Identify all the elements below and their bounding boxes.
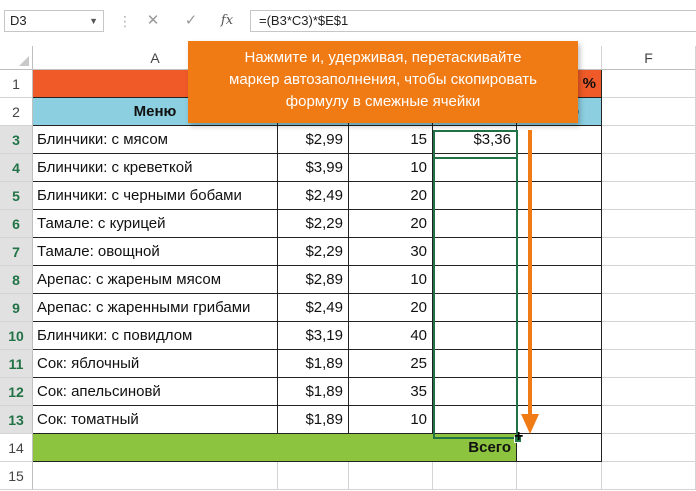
row-header-7[interactable]: 7 xyxy=(0,238,33,266)
empty-cell[interactable] xyxy=(602,70,696,98)
item-total-cell[interactable] xyxy=(433,322,517,350)
row-header-3[interactable]: 3 xyxy=(0,126,33,154)
item-total-cell[interactable] xyxy=(433,406,517,434)
empty-cell[interactable] xyxy=(433,462,517,490)
item-total-cell[interactable] xyxy=(433,266,517,294)
item-name-cell[interactable]: Блинчики: с повидлом xyxy=(33,322,278,350)
row-header-6[interactable]: 6 xyxy=(0,210,33,238)
name-box-value: D3 xyxy=(10,13,27,28)
item-price-cell[interactable]: $2,99 xyxy=(278,126,349,154)
row-header-8[interactable]: 8 xyxy=(0,266,33,294)
empty-cell[interactable] xyxy=(602,126,696,154)
item-total-cell[interactable]: $3,36 xyxy=(433,126,517,154)
callout-line-3: формулу в смежные ячейки xyxy=(285,93,481,110)
item-qty-cell[interactable]: 10 xyxy=(349,406,433,434)
item-name-cell[interactable]: Тамале: овощной xyxy=(33,238,278,266)
formula-input[interactable]: =(B3*C3)*$E$1 xyxy=(250,10,696,32)
item-name-cell[interactable]: Блинчики: с креветкой xyxy=(33,154,278,182)
item-qty-cell[interactable]: 20 xyxy=(349,182,433,210)
item-qty-cell[interactable]: 25 xyxy=(349,350,433,378)
footer-total-label[interactable]: Всего xyxy=(33,434,517,462)
name-box[interactable]: D3 ▼ xyxy=(4,10,104,32)
column-header-f[interactable]: F xyxy=(602,46,696,70)
formula-bar: D3 ▼ ⋮ ✕ ✓ fx =(B3*C3)*$E$1 xyxy=(0,0,696,46)
item-price-cell[interactable]: $3,19 xyxy=(278,322,349,350)
item-price-cell[interactable]: $2,49 xyxy=(278,294,349,322)
row-header-9[interactable]: 9 xyxy=(0,294,33,322)
item-qty-cell[interactable]: 15 xyxy=(349,126,433,154)
row-header-2[interactable]: 2 xyxy=(0,98,33,126)
item-name-cell[interactable]: Арепас: с жареным мясом xyxy=(33,266,278,294)
empty-cell[interactable] xyxy=(517,462,602,490)
item-total-cell[interactable] xyxy=(433,378,517,406)
chevron-down-icon[interactable]: ▼ xyxy=(89,11,98,31)
formula-bar-grip-icon: ⋮ xyxy=(118,13,132,29)
item-price-cell[interactable]: $2,89 xyxy=(278,266,349,294)
item-qty-cell[interactable]: 10 xyxy=(349,154,433,182)
empty-cell[interactable] xyxy=(602,238,696,266)
row-header-13[interactable]: 13 xyxy=(0,406,33,434)
empty-cell[interactable] xyxy=(602,406,696,434)
item-price-cell[interactable]: $1,89 xyxy=(278,350,349,378)
item-price-cell[interactable]: $2,29 xyxy=(278,210,349,238)
row-header-1[interactable]: 1 xyxy=(0,70,33,98)
item-name-cell[interactable]: Тамале: с курицей xyxy=(33,210,278,238)
row-header-14[interactable]: 14 xyxy=(0,434,33,462)
cancel-icon[interactable]: ✕ xyxy=(142,10,164,32)
item-qty-cell[interactable]: 20 xyxy=(349,210,433,238)
item-name-cell[interactable]: Блинчики: с черными бобами xyxy=(33,182,278,210)
footer-e-cell[interactable] xyxy=(517,434,602,462)
item-name-cell[interactable]: Блинчики: с мясом xyxy=(33,126,278,154)
item-price-cell[interactable]: $2,49 xyxy=(278,182,349,210)
item-price-cell[interactable]: $1,89 xyxy=(278,378,349,406)
row-header-4[interactable]: 4 xyxy=(0,154,33,182)
drag-arrow-shaft xyxy=(528,130,532,414)
empty-cell[interactable] xyxy=(33,462,278,490)
empty-cell[interactable] xyxy=(602,322,696,350)
empty-cell[interactable] xyxy=(602,266,696,294)
item-total-cell[interactable] xyxy=(433,154,517,182)
item-name-cell[interactable]: Сок: томатный xyxy=(33,406,278,434)
callout-line-1: Нажмите и, удерживая, перетаскивайте xyxy=(244,49,522,66)
row-header-11[interactable]: 11 xyxy=(0,350,33,378)
row-header-5[interactable]: 5 xyxy=(0,182,33,210)
row-header-12[interactable]: 12 xyxy=(0,378,33,406)
crosshair-cursor-icon: + xyxy=(514,428,524,445)
item-price-cell[interactable]: $2,29 xyxy=(278,238,349,266)
item-total-cell[interactable] xyxy=(433,210,517,238)
item-qty-cell[interactable]: 40 xyxy=(349,322,433,350)
row-header-15[interactable]: 15 xyxy=(0,462,33,490)
empty-cell[interactable] xyxy=(602,154,696,182)
item-qty-cell[interactable]: 35 xyxy=(349,378,433,406)
item-total-cell[interactable] xyxy=(433,350,517,378)
item-name-cell[interactable]: Сок: апельсиновй xyxy=(33,378,278,406)
item-name-cell[interactable]: Сок: яблочный xyxy=(33,350,278,378)
item-total-cell[interactable] xyxy=(433,182,517,210)
item-qty-cell[interactable]: 10 xyxy=(349,266,433,294)
item-name-cell[interactable]: Арепас: с жаренными грибами xyxy=(33,294,278,322)
callout-line-2: маркер автозаполнения, чтобы скопировать xyxy=(229,71,537,88)
item-total-cell[interactable] xyxy=(433,294,517,322)
instruction-callout: Нажмите и, удерживая, перетаскивайте мар… xyxy=(188,41,578,123)
insert-function-icon[interactable]: fx xyxy=(216,10,238,32)
item-qty-cell[interactable]: 20 xyxy=(349,294,433,322)
empty-cell[interactable] xyxy=(602,378,696,406)
empty-cell[interactable] xyxy=(602,98,696,126)
empty-cell[interactable] xyxy=(602,294,696,322)
enter-icon[interactable]: ✓ xyxy=(180,10,202,32)
empty-cell[interactable] xyxy=(602,462,696,490)
row-header-10[interactable]: 10 xyxy=(0,322,33,350)
empty-cell[interactable] xyxy=(349,462,433,490)
item-total-cell[interactable] xyxy=(433,238,517,266)
select-all-corner[interactable] xyxy=(0,46,33,70)
item-price-cell[interactable]: $1,89 xyxy=(278,406,349,434)
item-qty-cell[interactable]: 30 xyxy=(349,238,433,266)
empty-cell[interactable] xyxy=(602,350,696,378)
item-price-cell[interactable]: $3,99 xyxy=(278,154,349,182)
empty-cell[interactable] xyxy=(278,462,349,490)
empty-cell[interactable] xyxy=(602,434,696,462)
empty-cell[interactable] xyxy=(602,210,696,238)
empty-cell[interactable] xyxy=(602,182,696,210)
